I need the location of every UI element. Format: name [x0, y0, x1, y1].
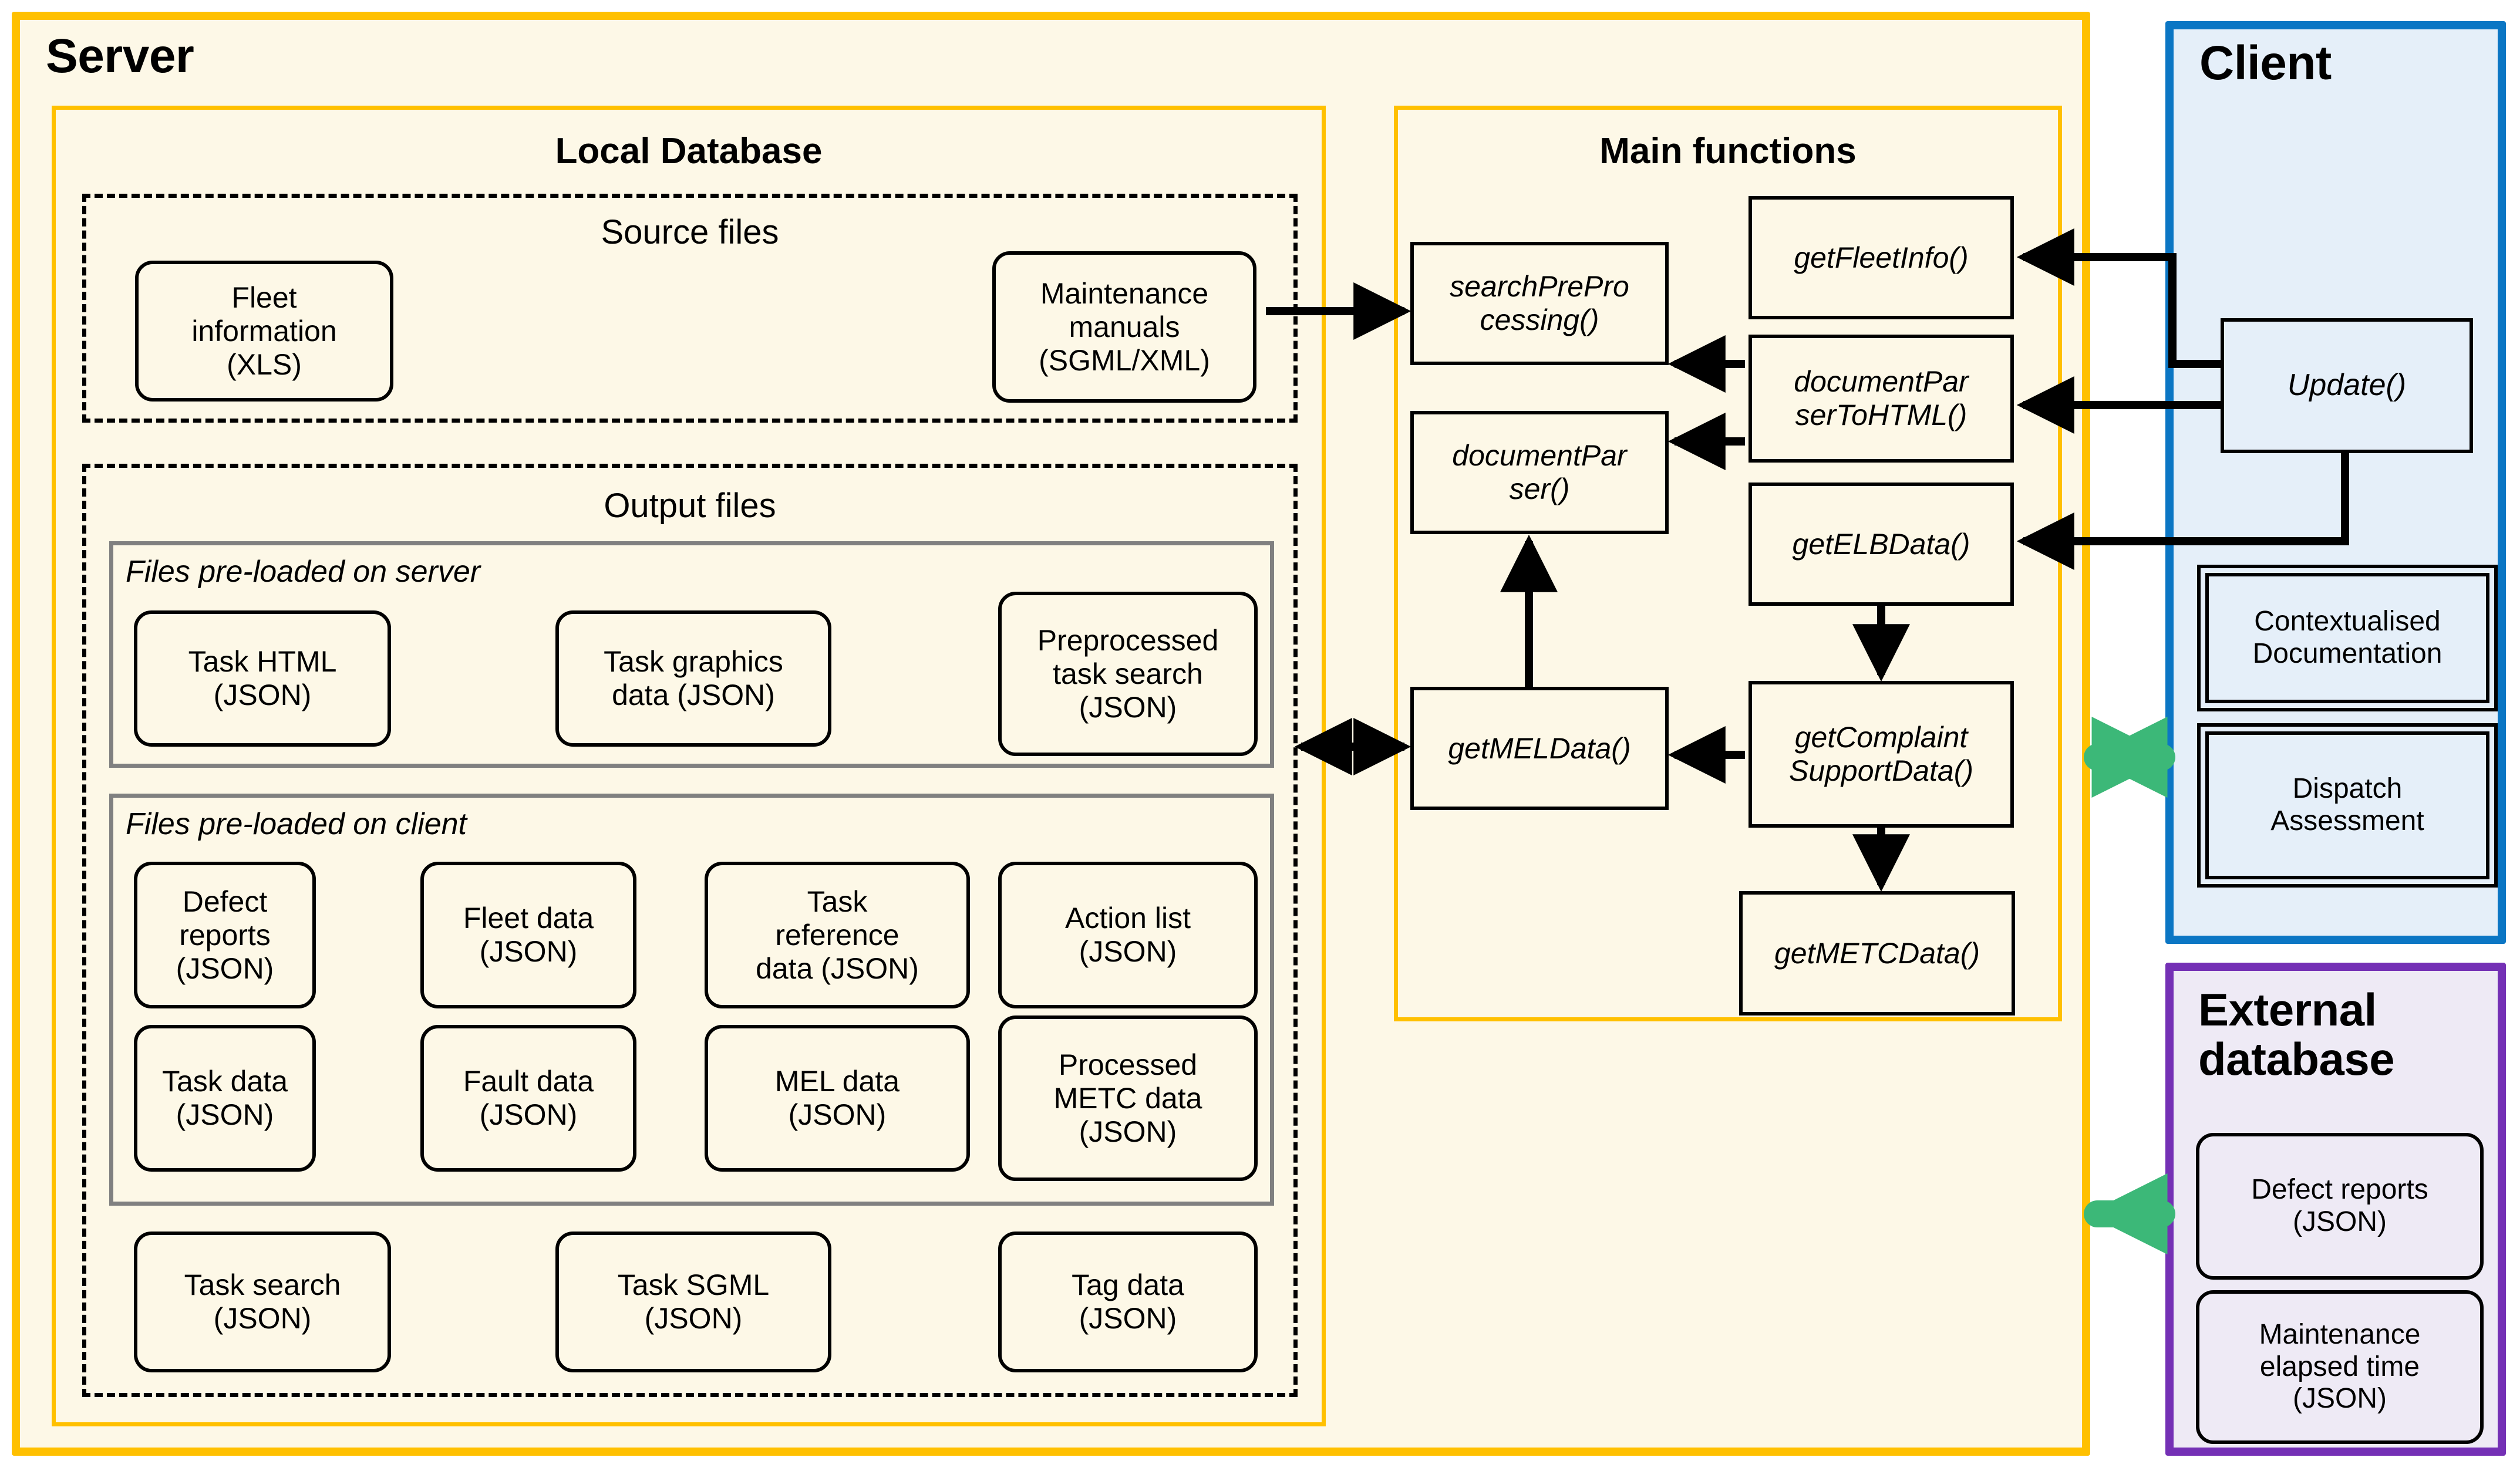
node-task-search[interactable]: Task search (JSON) [134, 1232, 391, 1372]
node-preprocessed-task-search[interactable]: Preprocessed task search (JSON) [998, 592, 1258, 756]
node-tag-data[interactable]: Tag data (JSON) [998, 1232, 1258, 1372]
client-title: Client [2199, 36, 2332, 90]
node-task-html[interactable]: Task HTML (JSON) [134, 610, 391, 747]
source-files-heading: Source files [601, 213, 779, 251]
node-task-sgml[interactable]: Task SGML (JSON) [555, 1232, 831, 1372]
node-task-reference-data[interactable]: Task reference data (JSON) [705, 862, 970, 1008]
diagram-canvas: Server Local Database Source files Fleet… [0, 0, 2520, 1471]
main-functions-heading: Main functions [1599, 131, 1857, 171]
node-ext-maintenance-elapsed-time[interactable]: Maintenance elapsed time (JSON) [2196, 1290, 2484, 1444]
node-fleet-information[interactable]: Fleet information (XLS) [135, 261, 393, 402]
node-task-data[interactable]: Task data (JSON) [134, 1025, 316, 1172]
node-getFleetInfo[interactable]: getFleetInfo() [1748, 196, 2014, 319]
node-getELBData[interactable]: getELBData() [1748, 483, 2014, 606]
node-getMELData[interactable]: getMELData() [1410, 687, 1669, 810]
node-maintenance-manuals[interactable]: Maintenance manuals (SGML/XML) [992, 251, 1256, 403]
node-task-graphics-data[interactable]: Task graphics data (JSON) [555, 610, 831, 747]
node-processed-metc-data[interactable]: Processed METC data (JSON) [998, 1015, 1258, 1181]
node-ext-defect-reports[interactable]: Defect reports (JSON) [2196, 1133, 2484, 1280]
output-files-heading: Output files [604, 487, 776, 525]
node-fault-data[interactable]: Fault data (JSON) [420, 1025, 636, 1172]
node-getComplaintSupportData[interactable]: getComplaint SupportData() [1748, 681, 2014, 828]
node-searchPreProcessing[interactable]: searchPrePro cessing() [1410, 242, 1669, 365]
files-preloaded-on-server-label: Files pre-loaded on server [126, 555, 481, 589]
server-title: Server [46, 29, 194, 83]
node-contextualised-documentation[interactable]: Contextualised Documentation [2197, 565, 2498, 711]
node-defect-reports[interactable]: Defect reports (JSON) [134, 862, 316, 1008]
node-action-list[interactable]: Action list (JSON) [998, 862, 1258, 1008]
local-database-heading: Local Database [555, 131, 823, 171]
node-fleet-data[interactable]: Fleet data (JSON) [420, 862, 636, 1008]
node-dispatch-assessment[interactable]: Dispatch Assessment [2197, 723, 2498, 888]
external-database-title: External database [2198, 984, 2395, 1085]
node-documentParserToHTML[interactable]: documentPar serToHTML() [1748, 335, 2014, 463]
node-update[interactable]: Update() [2221, 318, 2473, 453]
node-mel-data[interactable]: MEL data (JSON) [705, 1025, 970, 1172]
files-preloaded-on-client-label: Files pre-loaded on client [126, 807, 467, 841]
node-documentParser[interactable]: documentPar ser() [1410, 411, 1669, 534]
node-getMETCData[interactable]: getMETCData() [1739, 891, 2015, 1015]
